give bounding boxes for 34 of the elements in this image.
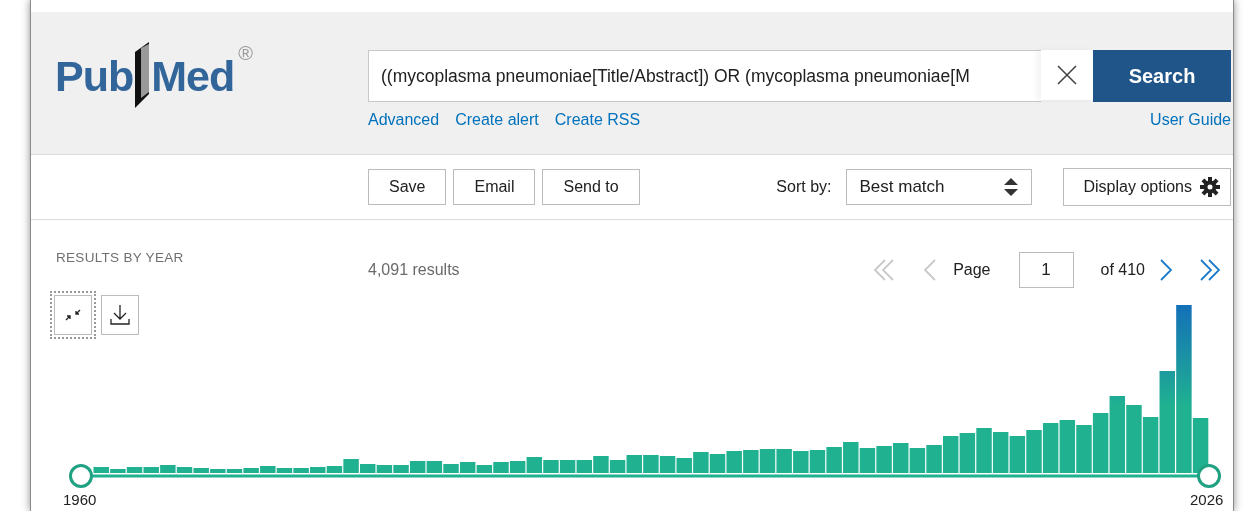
action-button[interactable]: Save <box>368 169 447 205</box>
search-field[interactable]: ((mycoplasma pneumoniae[Title/Abstract]) OR (mycoplasma pneumoniae[M <box>368 50 1041 102</box>
clear-button[interactable] <box>1041 50 1093 100</box>
collapse-chart-button[interactable] <box>50 291 96 339</box>
display-options-button[interactable]: Display options <box>1062 168 1231 206</box>
last-page-button[interactable] <box>1197 257 1223 283</box>
start-year-handle[interactable] <box>69 464 93 488</box>
header-link[interactable]: Create RSS <box>554 111 641 129</box>
sort-caret-icon <box>1003 178 1018 196</box>
header-link[interactable]: Advanced <box>368 111 440 129</box>
search-button[interactable]: Search <box>1093 50 1231 102</box>
page-total: of 410 <box>1100 261 1145 279</box>
start-year-label: 1960 <box>63 491 97 508</box>
registered-mark: ® <box>238 42 253 65</box>
action-button[interactable]: Send to <box>542 169 640 205</box>
close-icon <box>1056 64 1078 86</box>
settings-icon <box>1200 177 1220 197</box>
download-chart-button[interactable] <box>101 295 139 335</box>
header-link[interactable]: Create alert <box>455 111 539 129</box>
section-title: RESULTS BY YEAR <box>55 250 185 265</box>
end-year-label: 2026 <box>1190 491 1224 508</box>
next-page-button[interactable] <box>1157 257 1175 283</box>
end-year-handle[interactable] <box>1197 464 1221 488</box>
logo-text: Med <box>151 52 235 101</box>
logo-text: Pub <box>55 52 134 101</box>
collapse-icon <box>65 308 81 322</box>
action-button[interactable]: Email <box>453 169 536 205</box>
download-icon <box>110 304 130 326</box>
sort-select[interactable]: Best match <box>845 169 1032 205</box>
page-input[interactable]: 1 <box>1018 252 1074 288</box>
sort-label: Sort by: <box>776 178 832 196</box>
user-guide-link[interactable]: User Guide <box>1150 111 1231 129</box>
page-label: Page <box>953 261 991 279</box>
results-count: 4,091 results <box>368 261 460 279</box>
